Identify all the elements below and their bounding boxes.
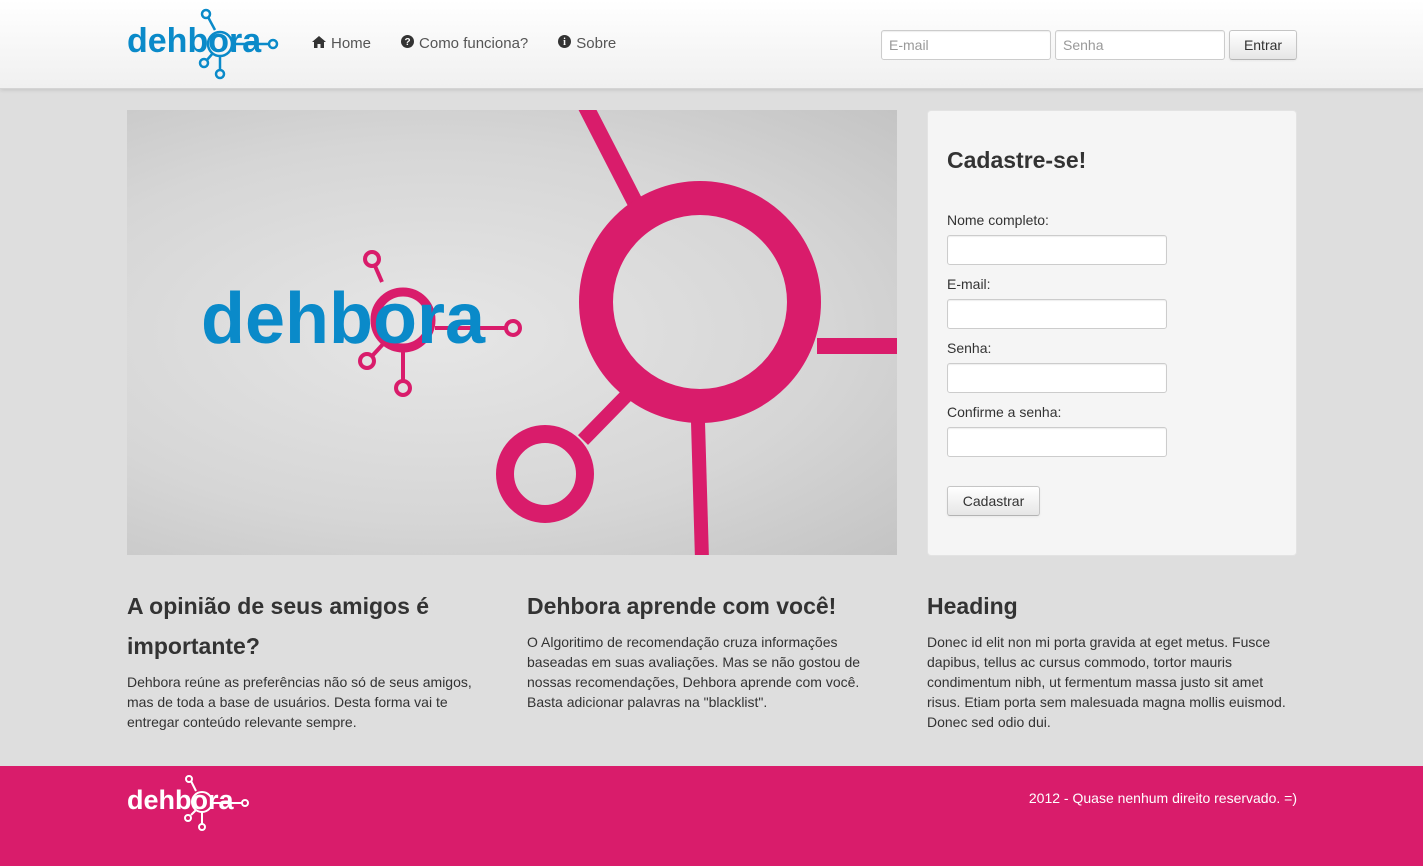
confirm-password-input[interactable]: [947, 427, 1167, 457]
signup-panel: Cadastre-se! Nome completo: E-mail: Senh…: [927, 110, 1297, 556]
feature-column-2: Dehbora aprende com você! O Algoritimo d…: [527, 586, 897, 712]
confirm-password-label: Confirme a senha:: [947, 404, 1062, 420]
hero-graphic: dehbora: [201, 110, 897, 555]
feature-heading: Heading: [927, 593, 1018, 619]
nav-sobre[interactable]: i Sobre: [558, 35, 616, 52]
main-nav: Home ? Como funciona? i Sobre: [312, 35, 646, 52]
feature-text: Dehbora reúne as preferências não só de …: [127, 674, 472, 730]
brand-logo[interactable]: dehbora: [127, 8, 279, 82]
password-label: Senha:: [947, 340, 992, 356]
footer-logo-text: dehbora: [127, 785, 234, 815]
svg-text:i: i: [563, 37, 566, 48]
hero-logo-text: dehbora: [201, 279, 486, 359]
signup-submit-button[interactable]: Cadastrar: [947, 486, 1040, 516]
password-input[interactable]: [947, 363, 1167, 393]
info-circle-icon: i: [558, 35, 572, 52]
signup-title: Cadastre-se!: [947, 147, 1087, 173]
svg-text:?: ?: [404, 37, 410, 48]
email-input[interactable]: [947, 299, 1167, 329]
nav-home-label: Home: [331, 35, 372, 52]
footer: dehbora 2012 - Quase nenhum direito rese…: [0, 766, 1423, 866]
feature-text: O Algoritimo de recomendação cruza infor…: [527, 634, 861, 710]
footer-logo: dehbora: [127, 775, 249, 831]
login-password-input[interactable]: [1055, 30, 1225, 60]
footer-copyright: 2012 - Quase nenhum direito reservado. =…: [1028, 790, 1297, 806]
feature-text: Donec id elit non mi porta gravida at eg…: [927, 634, 1286, 730]
top-navbar: dehbora Home ? Como funciona? i Sobre En…: [0, 0, 1423, 89]
brand-logo-text: dehbora: [127, 22, 262, 60]
feature-heading: Dehbora aprende com você!: [527, 593, 837, 619]
question-circle-icon: ?: [401, 35, 415, 52]
nav-como-funciona-label: Como funciona?: [419, 35, 529, 52]
login-form: Entrar: [881, 30, 1297, 60]
nav-home[interactable]: Home: [312, 35, 371, 52]
full-name-input[interactable]: [947, 235, 1167, 265]
hero-banner: dehbora: [127, 110, 897, 555]
full-name-label: Nome completo:: [947, 212, 1049, 228]
feature-heading: A opinião de seus amigos é importante?: [127, 593, 430, 659]
nav-sobre-label: Sobre: [576, 35, 617, 52]
nav-como-funciona[interactable]: ? Como funciona?: [401, 35, 528, 52]
email-label: E-mail:: [947, 276, 991, 292]
home-icon: [312, 35, 326, 52]
login-email-input[interactable]: [881, 30, 1051, 60]
feature-column-3: Heading Donec id elit non mi porta gravi…: [927, 586, 1297, 732]
feature-column-1: A opinião de seus amigos é importante? D…: [127, 586, 497, 732]
login-submit-button[interactable]: Entrar: [1229, 30, 1297, 60]
